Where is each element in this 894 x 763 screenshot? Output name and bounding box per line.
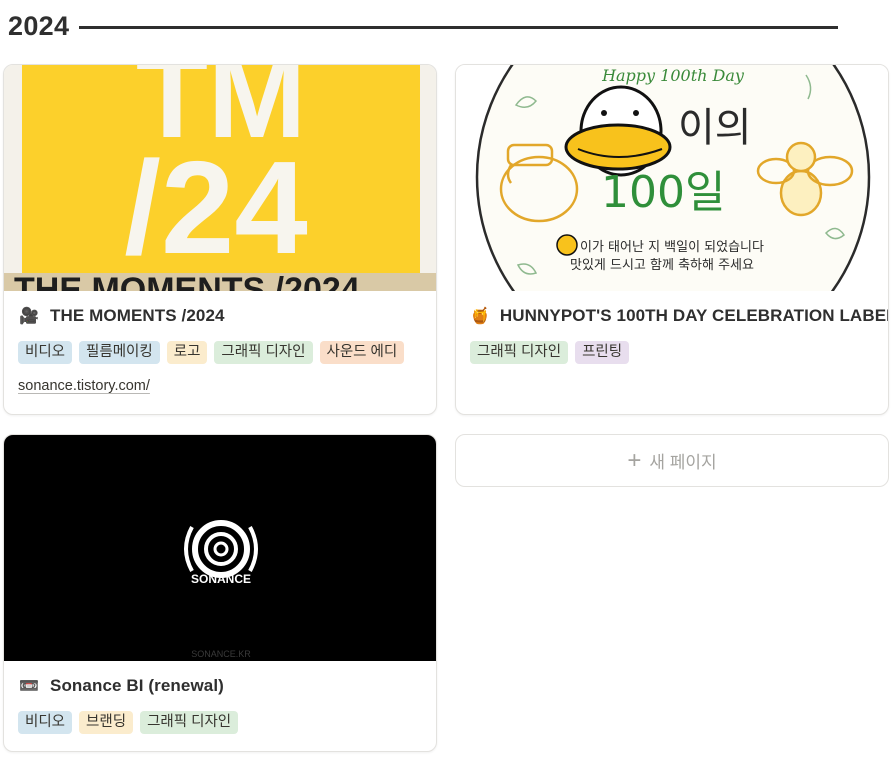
honey-pot-icon: 🍯 bbox=[470, 308, 490, 325]
sonance-footer-text: SONANCE.KR bbox=[191, 649, 251, 659]
gallery-card-hunnypot[interactable]: Happy 100th Day 이의 100일 이가 태어난 지 백일이 되었습… bbox=[455, 64, 889, 415]
cover-strip-text: THE MOMENTS /2024 bbox=[14, 271, 360, 291]
tag: 그래픽 디자인 bbox=[470, 341, 569, 364]
card-cover-image: Happy 100th Day 이의 100일 이가 태어난 지 백일이 되었습… bbox=[456, 65, 888, 291]
label-name-suffix: 이의 bbox=[678, 105, 752, 151]
tag: 사운드 에디 bbox=[319, 341, 405, 364]
card-cover-image: SONANCE SONANCE.KR bbox=[4, 435, 436, 661]
gallery-card-sonance-bi[interactable]: SONANCE SONANCE.KR 📼 Sonance BI (renewal… bbox=[3, 434, 437, 752]
tag: 로고 bbox=[166, 341, 208, 364]
label-line-2: 맛있게 드시고 함께 축하해 주세요 bbox=[570, 258, 754, 273]
hunnypot-label-cover-art: Happy 100th Day 이의 100일 이가 태어난 지 백일이 되었습… bbox=[456, 65, 888, 291]
sonance-cover-art: SONANCE SONANCE.KR bbox=[4, 435, 436, 661]
label-arc-text: Happy 100th Day bbox=[601, 66, 745, 85]
card-title-row: 🍯 HUNNYPOT'S 100TH DAY CELEBRATION LABEL bbox=[470, 303, 888, 329]
card-title: THE MOMENTS /2024 bbox=[50, 306, 225, 325]
plus-icon: + bbox=[627, 446, 642, 474]
tag: 비디오 bbox=[18, 341, 73, 364]
card-title: Sonance BI (renewal) bbox=[50, 676, 224, 695]
card-title-row: 🎥 THE MOMENTS /2024 bbox=[18, 303, 436, 329]
tag: 그래픽 디자인 bbox=[214, 341, 313, 364]
tag: 필름메이킹 bbox=[79, 341, 160, 364]
card-tags: 비디오 브랜딩 그래픽 디자인 bbox=[18, 711, 436, 734]
film-camera-icon: 🎥 bbox=[19, 308, 39, 325]
new-page-button[interactable]: + 새 페이지 bbox=[455, 434, 889, 487]
card-tags: 비디오 필름메이킹 로고 그래픽 디자인 사운드 에디 bbox=[18, 341, 436, 364]
gallery-card-the-moments[interactable]: TM /24 THE MOMENTS /2024 🎥 THE MOMENTS /… bbox=[3, 64, 437, 415]
card-cover-image: TM /24 THE MOMENTS /2024 bbox=[4, 65, 436, 291]
label-line-1: 이가 태어난 지 백일이 되었습니다 bbox=[580, 240, 764, 255]
cover-big-text-bottom: /24 bbox=[124, 134, 308, 281]
sonance-logo-text: SONANCE bbox=[191, 572, 251, 586]
section-title: 2024 bbox=[8, 10, 70, 41]
tag: 비디오 bbox=[18, 711, 73, 734]
card-url-link[interactable]: sonance.tistory.com/ bbox=[18, 378, 150, 394]
card-tags: 그래픽 디자인 프린팅 bbox=[470, 341, 888, 364]
the-moments-cover-art: TM /24 THE MOMENTS /2024 bbox=[4, 65, 436, 291]
videocassette-icon: 📼 bbox=[19, 678, 39, 695]
label-big-text: 100일 bbox=[601, 167, 725, 218]
card-title: HUNNYPOT'S 100TH DAY CELEBRATION LABEL bbox=[499, 306, 889, 325]
section-heading: 2024 bbox=[8, 8, 838, 44]
tag: 그래픽 디자인 bbox=[140, 711, 239, 734]
tag: 브랜딩 bbox=[79, 711, 134, 734]
heading-divider bbox=[79, 25, 838, 29]
new-page-label: 새 페이지 bbox=[649, 453, 717, 472]
tag: 프린팅 bbox=[575, 341, 630, 364]
card-title-row: 📼 Sonance BI (renewal) bbox=[18, 673, 436, 699]
